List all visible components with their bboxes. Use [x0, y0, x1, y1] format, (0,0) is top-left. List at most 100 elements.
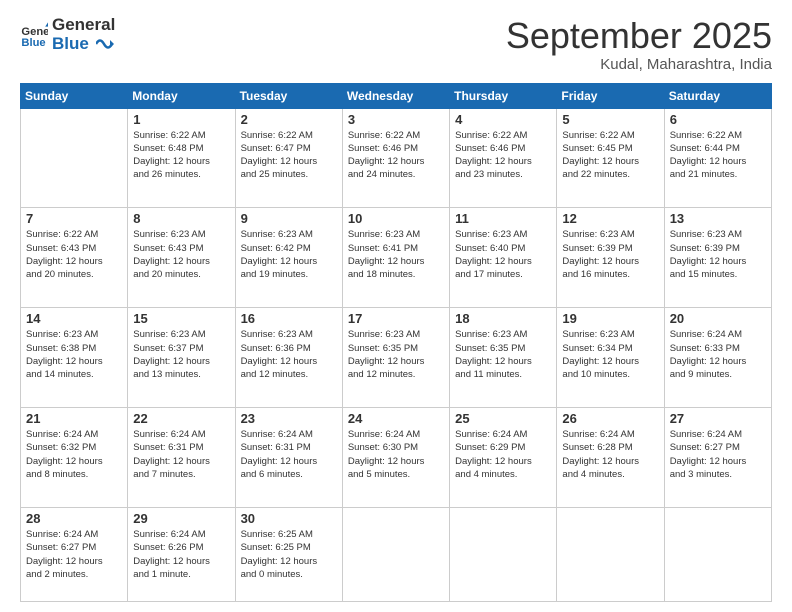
day-info: Sunrise: 6:24 AM Sunset: 6:27 PM Dayligh… — [26, 528, 122, 581]
table-row: 14 Sunrise: 6:23 AM Sunset: 6:38 PM Dayli… — [21, 308, 128, 408]
day-info: Sunrise: 6:25 AM Sunset: 6:25 PM Dayligh… — [241, 528, 337, 581]
day-number: 1 — [133, 112, 229, 127]
day-info: Sunrise: 6:24 AM Sunset: 6:32 PM Dayligh… — [26, 428, 122, 481]
page: General Blue General Blue September 2025… — [0, 0, 792, 612]
table-row — [664, 507, 771, 601]
day-info: Sunrise: 6:23 AM Sunset: 6:35 PM Dayligh… — [348, 328, 444, 381]
day-info: Sunrise: 6:24 AM Sunset: 6:28 PM Dayligh… — [562, 428, 658, 481]
logo-icon: General Blue — [20, 21, 48, 49]
table-row — [21, 108, 128, 208]
day-info: Sunrise: 6:22 AM Sunset: 6:47 PM Dayligh… — [241, 129, 337, 182]
table-row: 7 Sunrise: 6:22 AM Sunset: 6:43 PM Daylig… — [21, 208, 128, 308]
calendar-header-row: Sunday Monday Tuesday Wednesday Thursday… — [21, 83, 772, 108]
day-number: 24 — [348, 411, 444, 426]
day-info: Sunrise: 6:23 AM Sunset: 6:36 PM Dayligh… — [241, 328, 337, 381]
table-row: 2 Sunrise: 6:22 AM Sunset: 6:47 PM Daylig… — [235, 108, 342, 208]
day-number: 15 — [133, 311, 229, 326]
table-row: 16 Sunrise: 6:23 AM Sunset: 6:36 PM Dayli… — [235, 308, 342, 408]
table-row: 15Sunrise: 6:23 AM Sunset: 6:37 PM Dayli… — [128, 308, 235, 408]
svg-text:Blue: Blue — [21, 37, 45, 49]
table-row: 17Sunrise: 6:23 AM Sunset: 6:35 PM Dayli… — [342, 308, 449, 408]
day-number: 3 — [348, 112, 444, 127]
day-number: 26 — [562, 411, 658, 426]
day-info: Sunrise: 6:24 AM Sunset: 6:30 PM Dayligh… — [348, 428, 444, 481]
day-number: 12 — [562, 211, 658, 226]
day-info: Sunrise: 6:22 AM Sunset: 6:43 PM Dayligh… — [26, 228, 122, 281]
day-number: 11 — [455, 211, 551, 226]
day-info: Sunrise: 6:23 AM Sunset: 6:39 PM Dayligh… — [562, 228, 658, 281]
day-number: 6 — [670, 112, 766, 127]
day-number: 25 — [455, 411, 551, 426]
day-number: 9 — [241, 211, 337, 226]
day-info: Sunrise: 6:22 AM Sunset: 6:44 PM Dayligh… — [670, 129, 766, 182]
day-number: 2 — [241, 112, 337, 127]
day-number: 7 — [26, 211, 122, 226]
day-info: Sunrise: 6:23 AM Sunset: 6:43 PM Dayligh… — [133, 228, 229, 281]
table-row: 6 Sunrise: 6:22 AM Sunset: 6:44 PM Daylig… — [664, 108, 771, 208]
table-row: 21Sunrise: 6:24 AM Sunset: 6:32 PM Dayli… — [21, 408, 128, 508]
day-number: 10 — [348, 211, 444, 226]
day-info: Sunrise: 6:24 AM Sunset: 6:29 PM Dayligh… — [455, 428, 551, 481]
day-number: 19 — [562, 311, 658, 326]
col-thursday: Thursday — [450, 83, 557, 108]
day-info: Sunrise: 6:24 AM Sunset: 6:31 PM Dayligh… — [241, 428, 337, 481]
day-info: Sunrise: 6:22 AM Sunset: 6:45 PM Dayligh… — [562, 129, 658, 182]
day-number: 20 — [670, 311, 766, 326]
table-row: 29Sunrise: 6:24 AM Sunset: 6:26 PM Dayli… — [128, 507, 235, 601]
table-row: 8 Sunrise: 6:23 AM Sunset: 6:43 PM Daylig… — [128, 208, 235, 308]
table-row — [557, 507, 664, 601]
calendar-week-row: 7 Sunrise: 6:22 AM Sunset: 6:43 PM Daylig… — [21, 208, 772, 308]
day-number: 16 — [241, 311, 337, 326]
col-sunday: Sunday — [21, 83, 128, 108]
day-number: 14 — [26, 311, 122, 326]
logo-wave-icon — [96, 37, 114, 51]
calendar-table: Sunday Monday Tuesday Wednesday Thursday… — [20, 83, 772, 602]
logo-general: General — [52, 16, 115, 35]
table-row: 11Sunrise: 6:23 AM Sunset: 6:40 PM Dayli… — [450, 208, 557, 308]
table-row: 25 Sunrise: 6:24 AM Sunset: 6:29 PM Dayli… — [450, 408, 557, 508]
title-block: September 2025 Kudal, Maharashtra, India — [506, 16, 772, 73]
table-row: 12 Sunrise: 6:23 AM Sunset: 6:39 PM Dayli… — [557, 208, 664, 308]
table-row: 1 Sunrise: 6:22 AM Sunset: 6:48 PM Daylig… — [128, 108, 235, 208]
col-tuesday: Tuesday — [235, 83, 342, 108]
day-info: Sunrise: 6:24 AM Sunset: 6:27 PM Dayligh… — [670, 428, 766, 481]
table-row: 13Sunrise: 6:23 AM Sunset: 6:39 PM Dayli… — [664, 208, 771, 308]
calendar-week-row: 21Sunrise: 6:24 AM Sunset: 6:32 PM Dayli… — [21, 408, 772, 508]
month-title: September 2025 — [506, 16, 772, 56]
table-row: 18 Sunrise: 6:23 AM Sunset: 6:35 PM Dayli… — [450, 308, 557, 408]
day-info: Sunrise: 6:23 AM Sunset: 6:34 PM Dayligh… — [562, 328, 658, 381]
table-row — [450, 507, 557, 601]
day-number: 18 — [455, 311, 551, 326]
table-row: 9 Sunrise: 6:23 AM Sunset: 6:42 PM Daylig… — [235, 208, 342, 308]
day-info: Sunrise: 6:23 AM Sunset: 6:38 PM Dayligh… — [26, 328, 122, 381]
day-number: 30 — [241, 511, 337, 526]
day-number: 8 — [133, 211, 229, 226]
day-number: 27 — [670, 411, 766, 426]
day-info: Sunrise: 6:24 AM Sunset: 6:33 PM Dayligh… — [670, 328, 766, 381]
table-row: 26 Sunrise: 6:24 AM Sunset: 6:28 PM Dayli… — [557, 408, 664, 508]
day-info: Sunrise: 6:23 AM Sunset: 6:35 PM Dayligh… — [455, 328, 551, 381]
day-info: Sunrise: 6:23 AM Sunset: 6:39 PM Dayligh… — [670, 228, 766, 281]
table-row: 3Sunrise: 6:22 AM Sunset: 6:46 PM Daylig… — [342, 108, 449, 208]
day-info: Sunrise: 6:23 AM Sunset: 6:41 PM Dayligh… — [348, 228, 444, 281]
col-monday: Monday — [128, 83, 235, 108]
col-wednesday: Wednesday — [342, 83, 449, 108]
day-info: Sunrise: 6:23 AM Sunset: 6:42 PM Dayligh… — [241, 228, 337, 281]
table-row — [342, 507, 449, 601]
header: General Blue General Blue September 2025… — [20, 16, 772, 73]
day-number: 28 — [26, 511, 122, 526]
location: Kudal, Maharashtra, India — [506, 56, 772, 73]
col-friday: Friday — [557, 83, 664, 108]
day-info: Sunrise: 6:24 AM Sunset: 6:26 PM Dayligh… — [133, 528, 229, 581]
table-row: 22Sunrise: 6:24 AM Sunset: 6:31 PM Dayli… — [128, 408, 235, 508]
col-saturday: Saturday — [664, 83, 771, 108]
day-number: 4 — [455, 112, 551, 127]
day-info: Sunrise: 6:22 AM Sunset: 6:46 PM Dayligh… — [455, 129, 551, 182]
day-info: Sunrise: 6:22 AM Sunset: 6:48 PM Dayligh… — [133, 129, 229, 182]
table-row: 5 Sunrise: 6:22 AM Sunset: 6:45 PM Daylig… — [557, 108, 664, 208]
day-number: 5 — [562, 112, 658, 127]
table-row: 10 Sunrise: 6:23 AM Sunset: 6:41 PM Dayli… — [342, 208, 449, 308]
table-row: 19 Sunrise: 6:23 AM Sunset: 6:34 PM Dayli… — [557, 308, 664, 408]
table-row: 24 Sunrise: 6:24 AM Sunset: 6:30 PM Dayli… — [342, 408, 449, 508]
table-row: 27 Sunrise: 6:24 AM Sunset: 6:27 PM Dayli… — [664, 408, 771, 508]
